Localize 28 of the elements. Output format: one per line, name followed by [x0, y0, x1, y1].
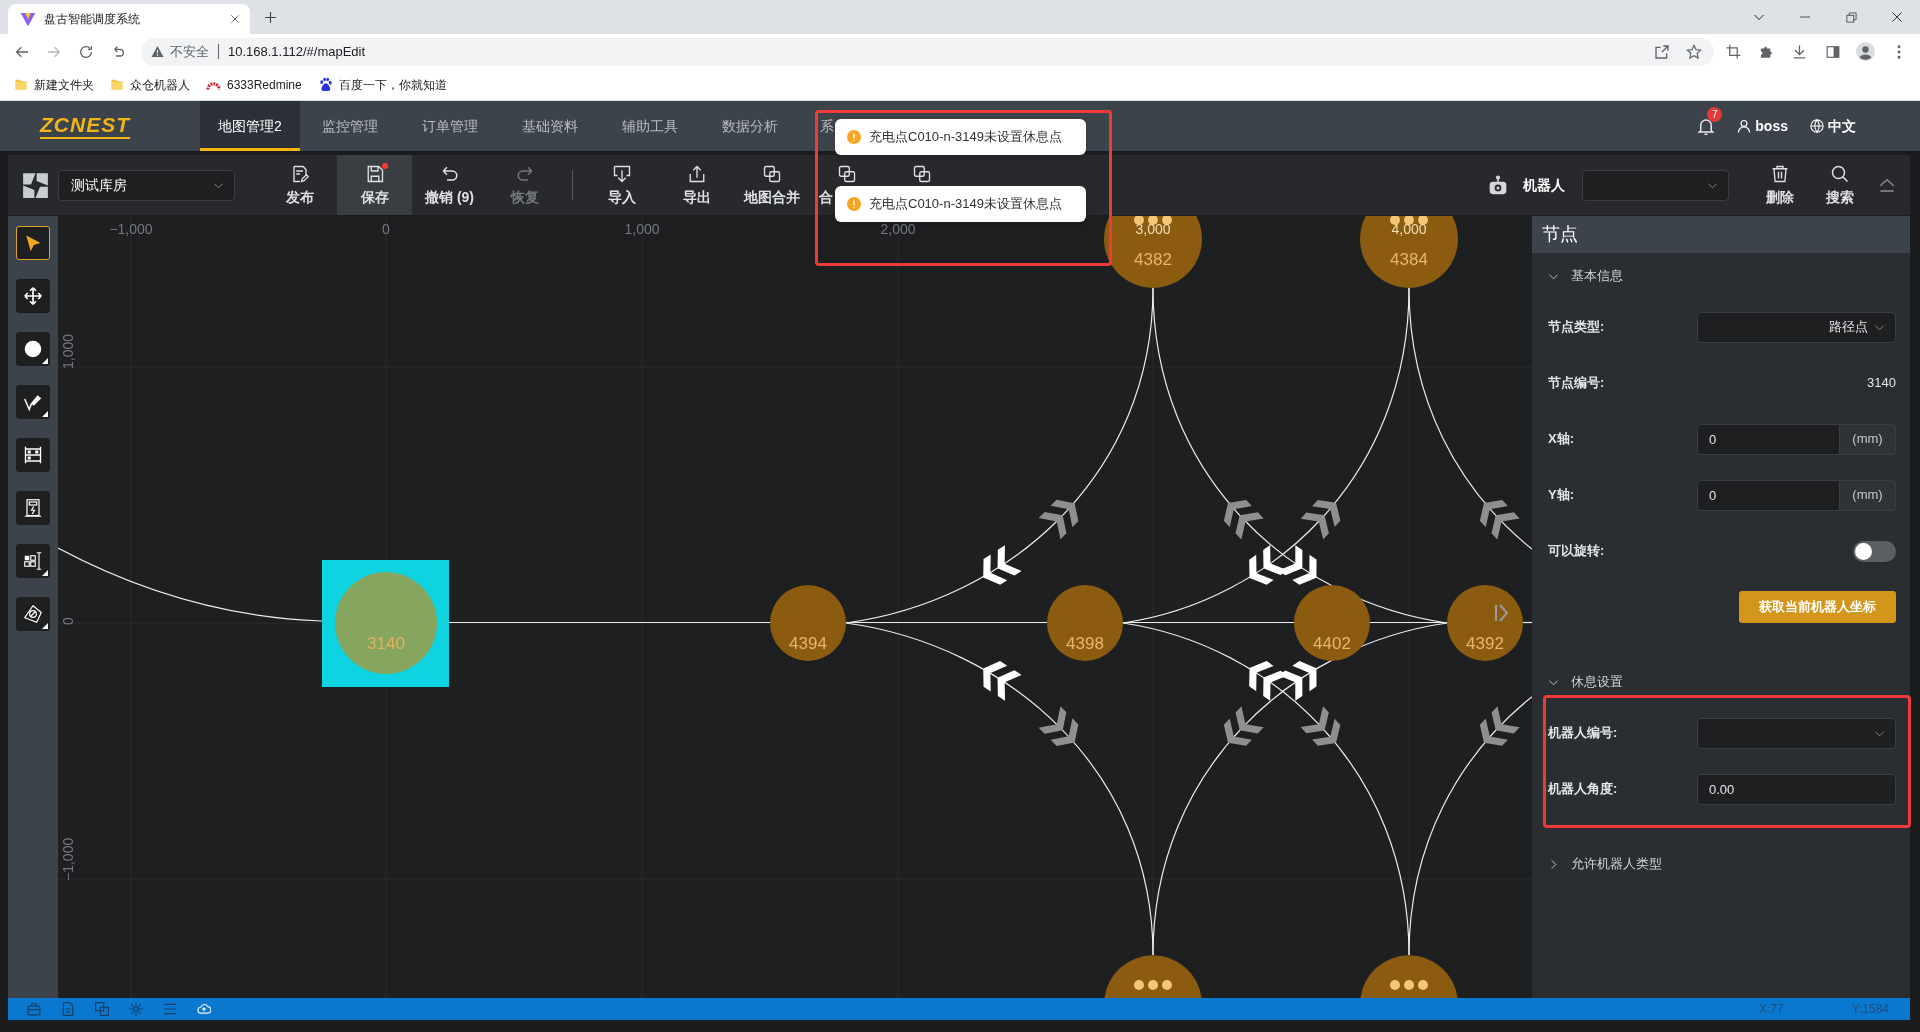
field-label: 可以旋转:: [1548, 542, 1605, 561]
ruler-label: −1,000: [60, 837, 76, 881]
field-label: 节点类型:: [1548, 318, 1605, 337]
field-label: 机器人编号:: [1548, 724, 1618, 743]
ruler-label: −1,000: [109, 221, 153, 237]
robot-label: 机器人: [1523, 175, 1565, 195]
notification-badge: 7: [1707, 107, 1723, 122]
ruler-label: 3,000: [1135, 221, 1171, 237]
ruler-label: 0: [382, 221, 390, 237]
field-label: X轴:: [1548, 430, 1574, 449]
unit-label: (mm): [1840, 423, 1896, 455]
field-label: 机器人角度:: [1548, 780, 1618, 799]
coordinate-readout: X:77: [1758, 1001, 1784, 1018]
toast-message: 充电点C010-n-3149未设置休息点: [869, 128, 1062, 147]
panel-title: 节点: [1532, 216, 1910, 253]
field-label: 节点编号:: [1548, 374, 1605, 393]
field-label: Y轴:: [1548, 486, 1574, 505]
unit-label: (mm): [1840, 479, 1896, 511]
ruler-label: 1,000: [60, 333, 76, 369]
ruler-label: 2,000: [880, 221, 916, 237]
field-value: 3140: [1867, 374, 1896, 393]
ruler-label: 4,000: [1391, 221, 1427, 237]
ruler-label: 1,000: [624, 221, 660, 237]
url-text: 10.168.1.112/#/mapEdit: [228, 42, 366, 61]
logo-text: ZCNEST: [40, 113, 130, 139]
coordinate-readout: Y:1584: [1851, 1001, 1889, 1018]
ruler-label: 0: [60, 617, 76, 625]
toast-message: 充电点C010-n-3149未设置休息点: [869, 195, 1062, 214]
